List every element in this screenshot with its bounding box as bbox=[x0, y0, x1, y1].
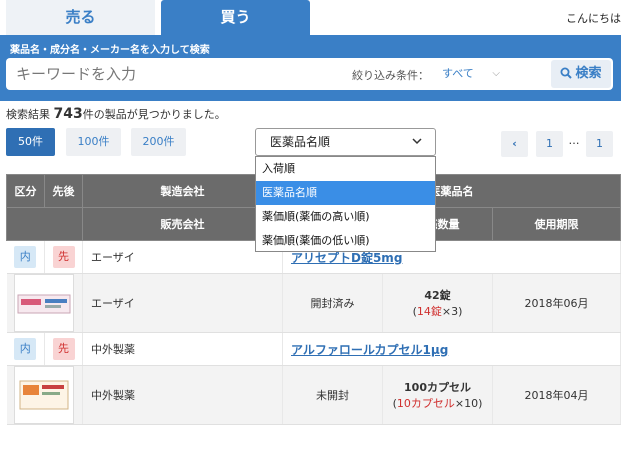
header-empty bbox=[6, 207, 83, 241]
qty-cell: 42錠 (14錠×3) bbox=[382, 273, 493, 333]
search-icon bbox=[560, 67, 573, 79]
sengo-badge: 先 bbox=[52, 338, 75, 360]
qty-unit: 10カプセル bbox=[396, 397, 455, 410]
pager-page-last[interactable]: 1 bbox=[586, 131, 613, 157]
filter-value: すべて bbox=[442, 67, 474, 80]
drug-cell: アルファロールカプセル1μg bbox=[282, 332, 621, 366]
header-sengo: 先後 bbox=[44, 174, 83, 208]
header-kubun: 区分 bbox=[6, 174, 45, 208]
tab-buy[interactable]: 買う bbox=[161, 0, 310, 35]
tab-sell[interactable]: 売る bbox=[6, 0, 155, 35]
qty-mult: ×3) bbox=[441, 305, 463, 318]
header-seller: 販売会社 bbox=[82, 207, 283, 241]
kubun-badge: 内 bbox=[14, 338, 37, 360]
search-input[interactable] bbox=[16, 58, 346, 90]
sengo-cell: 先 bbox=[44, 332, 83, 366]
product-image[interactable] bbox=[14, 366, 75, 424]
greeting-text: こんにちは bbox=[566, 12, 621, 25]
product-image[interactable] bbox=[14, 274, 75, 332]
search-label: 薬品名・成分名・メーカー名を入力して検索 bbox=[10, 45, 210, 56]
search-button-label: 検索 bbox=[575, 66, 602, 81]
kubun-badge: 内 bbox=[14, 246, 37, 268]
chevron-down-icon bbox=[412, 138, 422, 145]
sort-option-name[interactable]: 医薬品名順 bbox=[256, 181, 435, 205]
qty-detail: (10カプセル×10) bbox=[383, 395, 492, 411]
pager-page-1[interactable]: 1 bbox=[536, 131, 563, 157]
sort-option-price-low[interactable]: 薬価順(薬価の低い順) bbox=[256, 229, 435, 253]
search-panel: 薬品名・成分名・メーカー名を入力して検索 絞り込み条件： すべて ⌵ 検索 bbox=[0, 35, 621, 101]
results-prefix: 検索結果 bbox=[6, 108, 50, 121]
drug-link[interactable]: アルファロールカプセル1μg bbox=[291, 343, 448, 357]
header-maker: 製造会社 bbox=[82, 174, 283, 208]
seller-cell: エーザイ bbox=[82, 273, 283, 333]
per-page-50-button[interactable]: 50件 bbox=[6, 128, 55, 156]
sort-option-price-high[interactable]: 薬価順(薬価の高い順) bbox=[256, 205, 435, 229]
qty-mult: ×10) bbox=[454, 397, 483, 410]
expiry-cell: 2018年06月 bbox=[492, 273, 621, 333]
status-cell: 未開封 bbox=[282, 365, 383, 425]
table-row: エーザイ 開封済み 42錠 (14錠×3) 2018年06月 bbox=[6, 273, 621, 333]
status-cell: 開封済み bbox=[282, 273, 383, 333]
kubun-cell: 内 bbox=[6, 240, 45, 274]
sort-dropdown-menu: 入荷順 医薬品名順 薬価順(薬価の高い順) 薬価順(薬価の低い順) bbox=[255, 156, 436, 252]
seller-cell: 中外製薬 bbox=[82, 365, 283, 425]
filter-select[interactable]: すべて ⌵ bbox=[442, 64, 500, 84]
pager-prev-button[interactable]: ‹ bbox=[501, 131, 528, 157]
qty-total: 100カプセル bbox=[404, 381, 471, 394]
maker-cell: 中外製薬 bbox=[82, 332, 283, 366]
pager-ellipsis: … bbox=[568, 134, 580, 147]
per-page-200-button[interactable]: 200件 bbox=[131, 128, 186, 156]
search-button[interactable]: 検索 bbox=[551, 60, 611, 88]
header-expiry: 使用期限 bbox=[492, 207, 621, 241]
maker-cell: エーザイ bbox=[82, 240, 283, 274]
sort-select[interactable]: 医薬品名順 bbox=[255, 128, 436, 156]
results-count: 743 bbox=[53, 106, 83, 122]
qty-total: 42錠 bbox=[424, 289, 451, 302]
qty-unit: 14錠 bbox=[416, 305, 442, 318]
qty-detail: (14錠×3) bbox=[383, 303, 492, 319]
table-row: 内 先 中外製薬 アルファロールカプセル1μg bbox=[6, 332, 621, 366]
chevron-down-icon: ⌵ bbox=[492, 68, 500, 79]
kubun-cell: 内 bbox=[6, 332, 45, 366]
results-summary: 検索結果 743件の製品が見つかりました。 bbox=[6, 106, 226, 122]
thumb-cell bbox=[6, 273, 83, 333]
sort-option-arrival[interactable]: 入荷順 bbox=[256, 157, 435, 181]
table-row: 中外製薬 未開封 100カプセル (10カプセル×10) 2018年04月 bbox=[6, 365, 621, 425]
sort-selected: 医薬品名順 bbox=[270, 135, 331, 149]
results-suffix: 件の製品が見つかりました。 bbox=[82, 108, 226, 121]
sengo-badge: 先 bbox=[52, 246, 75, 268]
search-box: 絞り込み条件： すべて ⌵ 検索 bbox=[6, 58, 613, 90]
filter-label: 絞り込み条件： bbox=[352, 69, 429, 82]
qty-cell: 100カプセル (10カプセル×10) bbox=[382, 365, 493, 425]
per-page-100-button[interactable]: 100件 bbox=[66, 128, 121, 156]
sengo-cell: 先 bbox=[44, 240, 83, 274]
expiry-cell: 2018年04月 bbox=[492, 365, 621, 425]
thumb-cell bbox=[6, 365, 83, 425]
top-tabs: 売る 買う こんにちは bbox=[0, 0, 621, 35]
